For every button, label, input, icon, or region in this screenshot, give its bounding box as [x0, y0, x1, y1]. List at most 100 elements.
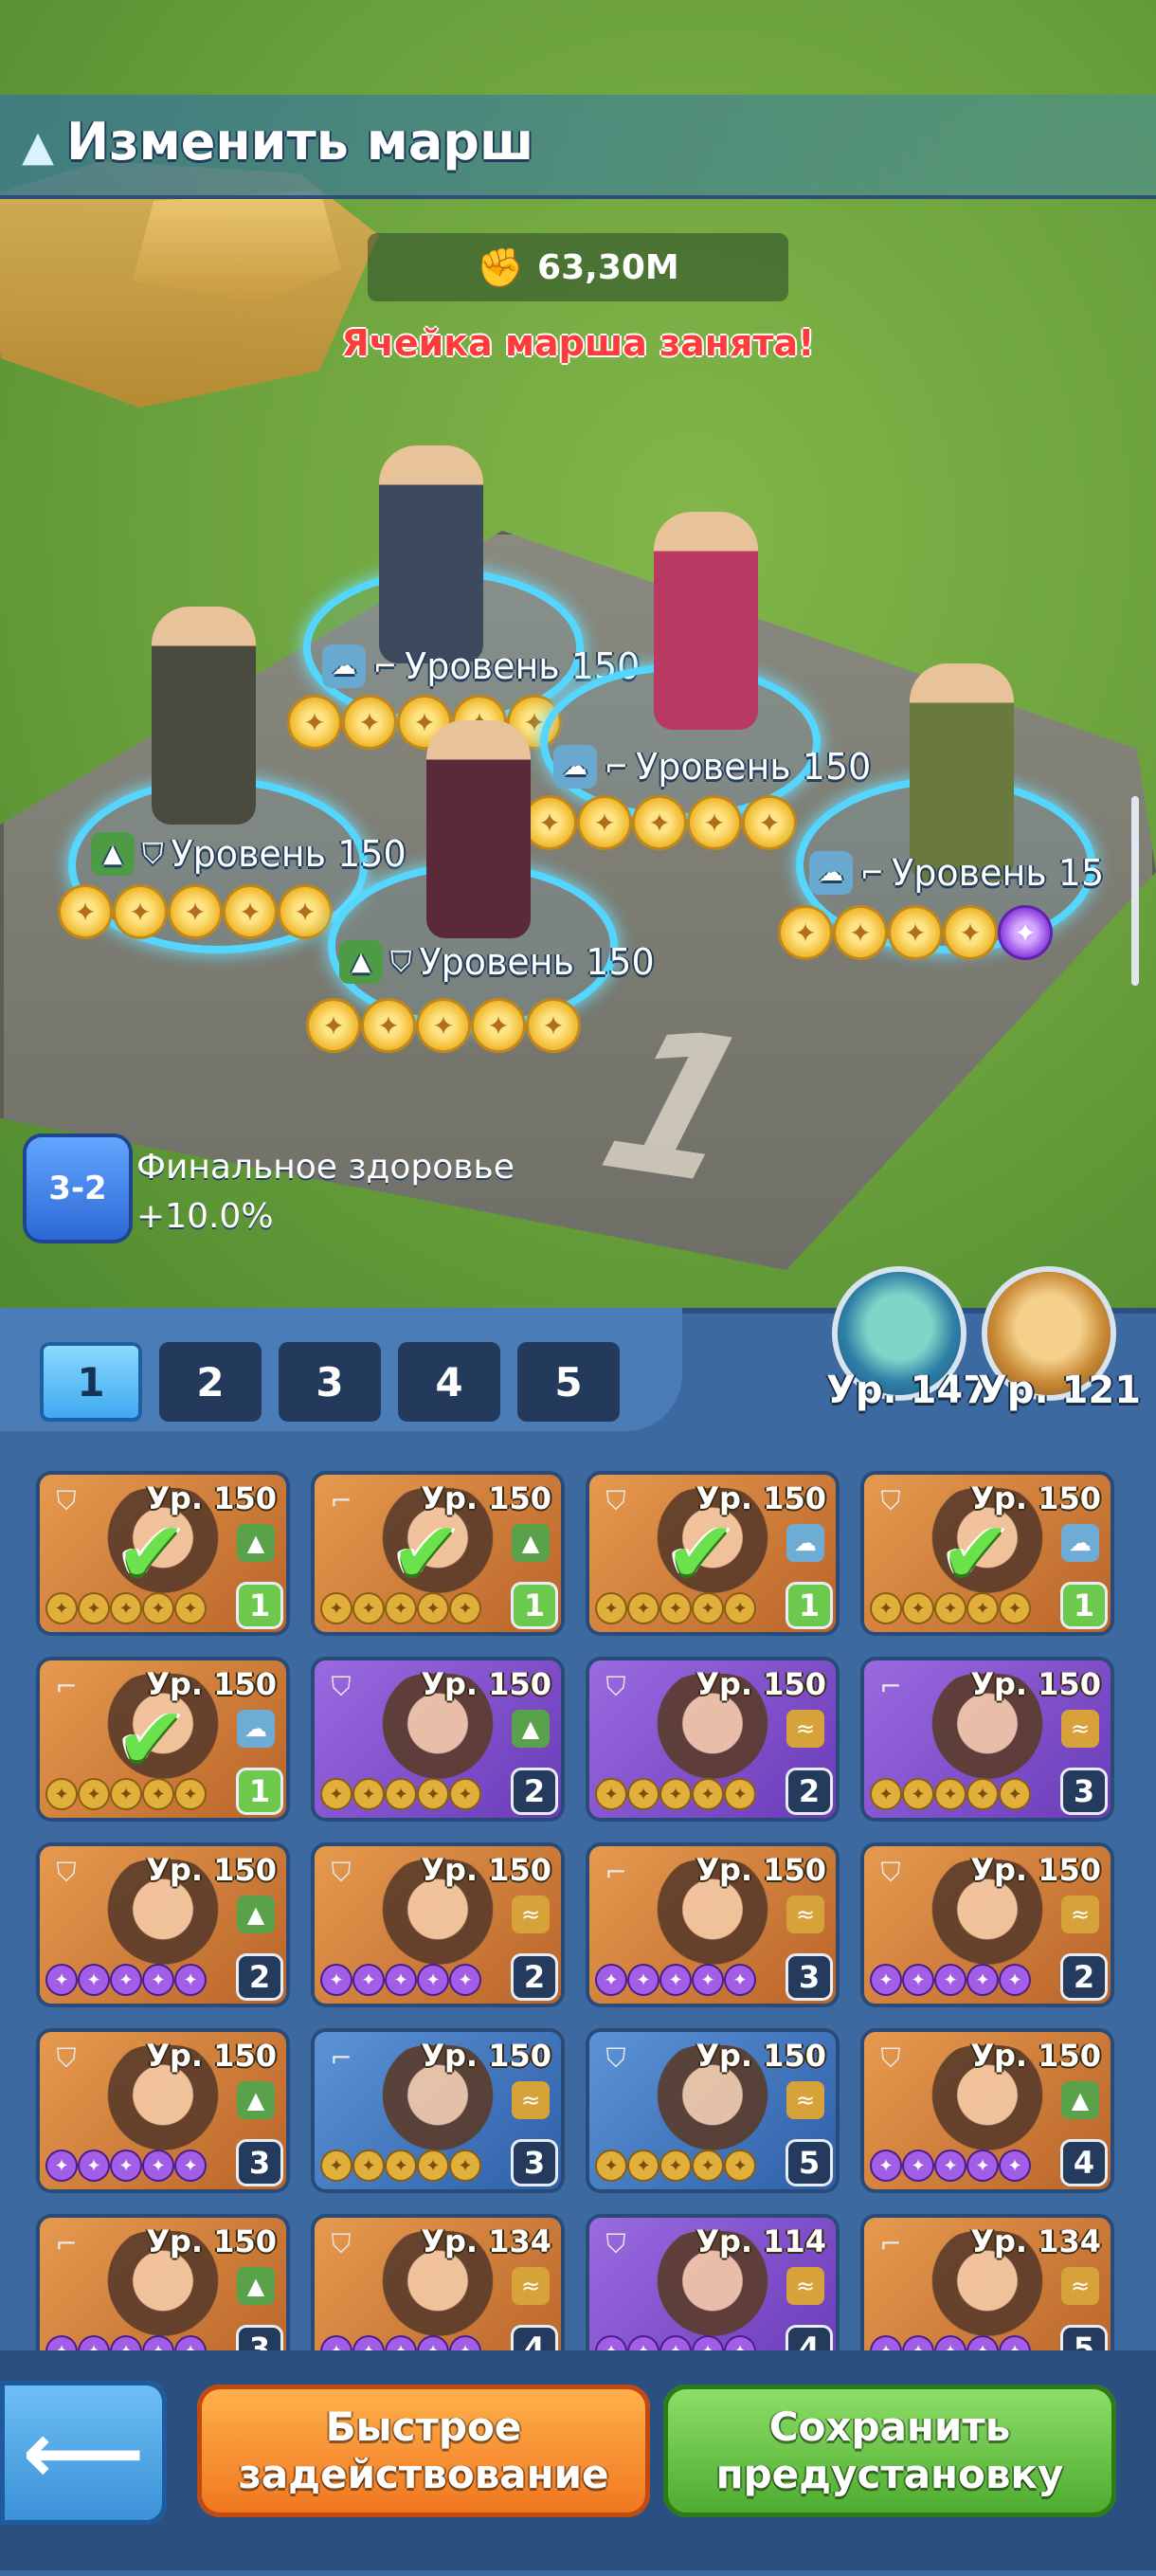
faction-wave-icon: ≈ — [1061, 1896, 1099, 1933]
hero-figure[interactable] — [152, 607, 256, 825]
hero-card[interactable]: ⌐ Ур. 150 ▲ ✦ ✦ ✦ ✦ ✦ 1 ✔ — [315, 1475, 561, 1632]
power-value: 63,30M — [537, 247, 679, 287]
star-icon: ✦ — [80, 1594, 108, 1623]
shield-icon: ⛉ — [56, 1485, 77, 1516]
hero-card[interactable]: ⛉ Ур. 150 ▲ ✦ ✦ ✦ ✦ ✦ 2 — [315, 1660, 561, 1818]
star-icon: ✦ — [1001, 908, 1050, 957]
back-button[interactable]: ⟵ — [0, 2381, 167, 2525]
march-slot-count: 2 — [1063, 1956, 1105, 1998]
star-icon: ✦ — [354, 1780, 383, 1808]
star-icon: ✦ — [936, 1780, 965, 1808]
star-icon: ✦ — [354, 1966, 383, 1994]
star-icon: ✦ — [726, 1780, 754, 1808]
star-icon: ✦ — [872, 1966, 900, 1994]
slot-level-text: Уровень 150 — [419, 941, 655, 983]
hero-stars: ✦✦✦✦✦ — [872, 2151, 1029, 2180]
hero-level: Ур. 150 — [695, 1852, 826, 1888]
star-icon: ✦ — [629, 1594, 658, 1623]
hero-card[interactable]: ⛉ Ур. 150 ▲ ✦ ✦ ✦ ✦ ✦ 3 — [40, 2032, 286, 2189]
faction-mountain-icon: ▲ — [339, 940, 383, 984]
pistol-icon: ⌐ — [879, 2228, 902, 2259]
hero-stars: ✦✦✦✦✦ — [597, 1780, 754, 1808]
hero-card[interactable]: ⌐ Ур. 150 ≈ ✦ ✦ ✦ ✦ ✦ 3 — [864, 1660, 1111, 1818]
pistol-icon: ⌐ — [55, 1671, 78, 1702]
hero-stars: ✦✦✦✦✦ — [597, 1966, 754, 1994]
hero-figure[interactable] — [379, 445, 483, 663]
hero-stars: ✦✦✦✦✦ — [597, 2151, 754, 2180]
hero-card[interactable]: ⌐ Ур. 150 ☁ ✦ ✦ ✦ ✦ ✦ 1 ✔ — [40, 1660, 286, 1818]
star-icon: ✦ — [690, 798, 739, 847]
star-icon: ✦ — [226, 887, 275, 936]
star-icon: ✦ — [112, 2151, 140, 2180]
hero-figure[interactable] — [426, 720, 531, 938]
formation-bonus-icon[interactable]: 3-2 — [27, 1137, 129, 1240]
star-icon: ✦ — [580, 798, 629, 847]
quick-deploy-button[interactable]: Быстрое задействование — [197, 2385, 650, 2517]
star-icon: ✦ — [419, 1001, 468, 1050]
fist-icon: ✊ — [477, 245, 525, 290]
hero-card[interactable]: ⛉ Ур. 150 ≈ ✦ ✦ ✦ ✦ ✦ 2 — [589, 1660, 836, 1818]
star-icon: ✦ — [451, 2151, 479, 2180]
tab-preset-3[interactable]: 3 — [279, 1342, 381, 1422]
hero-stars: ✦✦✦✦✦ — [322, 1780, 479, 1808]
slot-level-text: Уровень 150 — [636, 746, 872, 788]
march-slot-count: 3 — [514, 2142, 555, 2184]
hero-figure[interactable] — [910, 663, 1014, 881]
tab-preset-5[interactable]: 5 — [517, 1342, 620, 1422]
hero-card[interactable]: ⛉ Ур. 150 ☁ ✦ ✦ ✦ ✦ ✦ 1 ✔ — [589, 1475, 836, 1632]
star-icon: ✦ — [597, 1780, 625, 1808]
star-icon: ✦ — [322, 2151, 351, 2180]
faction-cloud-icon: ☁ — [553, 745, 597, 789]
pistol-icon: ⌐ — [55, 2228, 78, 2259]
star-icon: ✦ — [345, 698, 394, 747]
tab-preset-1[interactable]: 1 — [40, 1342, 142, 1422]
hero-card[interactable]: ⛉ Ур. 150 ☁ ✦ ✦ ✦ ✦ ✦ 1 ✔ — [864, 1475, 1111, 1632]
star-icon: ✦ — [47, 1594, 76, 1623]
star-icon: ✦ — [176, 2151, 205, 2180]
pistol-icon: ⌐ — [879, 1671, 902, 1702]
star-icon: ✦ — [47, 2151, 76, 2180]
faction-wave-icon: ≈ — [512, 1896, 550, 1933]
hero-card[interactable]: ⛉ Ур. 150 ▲ ✦ ✦ ✦ ✦ ✦ 4 — [864, 2032, 1111, 2189]
hero-figure[interactable] — [654, 512, 758, 730]
star-icon: ✦ — [80, 1780, 108, 1808]
march-slot-count: 3 — [1063, 1770, 1105, 1812]
hero-card[interactable]: ⛉ Ур. 150 ▲ ✦ ✦ ✦ ✦ ✦ 1 ✔ — [40, 1475, 286, 1632]
hero-card[interactable]: ⛉ Ур. 150 ≈ ✦ ✦ ✦ ✦ ✦ 5 — [589, 2032, 836, 2189]
scrollbar[interactable] — [1131, 796, 1139, 986]
shield-icon: ⛉ — [605, 1485, 626, 1516]
star-icon: ✦ — [836, 908, 885, 957]
star-icon: ✦ — [597, 1594, 625, 1623]
tab-preset-4[interactable]: 4 — [398, 1342, 500, 1422]
star-icon: ✦ — [419, 2151, 447, 2180]
hero-card[interactable]: ⌐ Ур. 150 ≈ ✦ ✦ ✦ ✦ ✦ 3 — [315, 2032, 561, 2189]
star-icon: ✦ — [872, 1780, 900, 1808]
star-icon: ✦ — [474, 1001, 523, 1050]
tab-preset-2[interactable]: 2 — [159, 1342, 262, 1422]
star-icon: ✦ — [144, 1966, 172, 1994]
hero-level: Ур. 150 — [970, 1852, 1101, 1888]
march-slot-count: 2 — [514, 1956, 555, 1998]
star-icon: ✦ — [936, 1966, 965, 1994]
slot-level-label: ☁ ⌐ Уровень 150 — [553, 745, 871, 789]
hero-card[interactable]: ⌐ Ур. 150 ≈ ✦ ✦ ✦ ✦ ✦ 3 — [589, 1846, 836, 2004]
hero-card[interactable]: ⛉ Ур. 150 ≈ ✦ ✦ ✦ ✦ ✦ 2 — [864, 1846, 1111, 2004]
faction-wave-icon: ≈ — [786, 1896, 824, 1933]
star-icon: ✦ — [144, 2151, 172, 2180]
hero-card[interactable]: ⛉ Ур. 150 ▲ ✦ ✦ ✦ ✦ ✦ 2 — [40, 1846, 286, 2004]
shield-icon: ⛉ — [142, 837, 164, 871]
hero-card[interactable]: ⛉ Ур. 150 ≈ ✦ ✦ ✦ ✦ ✦ 2 — [315, 1846, 561, 2004]
star-icon: ✦ — [904, 1780, 932, 1808]
star-icon: ✦ — [694, 1780, 722, 1808]
pet-level: Ур. 147 — [826, 1369, 990, 1412]
save-preset-button[interactable]: Сохранить предустановку — [663, 2385, 1116, 2517]
slot-level-text: Уровень 150 — [171, 833, 406, 875]
shield-icon: ⛉ — [880, 2042, 901, 2074]
star-icon: ✦ — [80, 2151, 108, 2180]
faction-cloud-icon: ☁ — [809, 851, 853, 895]
star-icon: ✦ — [936, 2151, 965, 2180]
star-icon: ✦ — [529, 1001, 578, 1050]
checkmark-icon: ✔ — [665, 1503, 737, 1603]
hero-level: Ур. 150 — [421, 1852, 551, 1888]
star-icon: ✦ — [451, 1780, 479, 1808]
